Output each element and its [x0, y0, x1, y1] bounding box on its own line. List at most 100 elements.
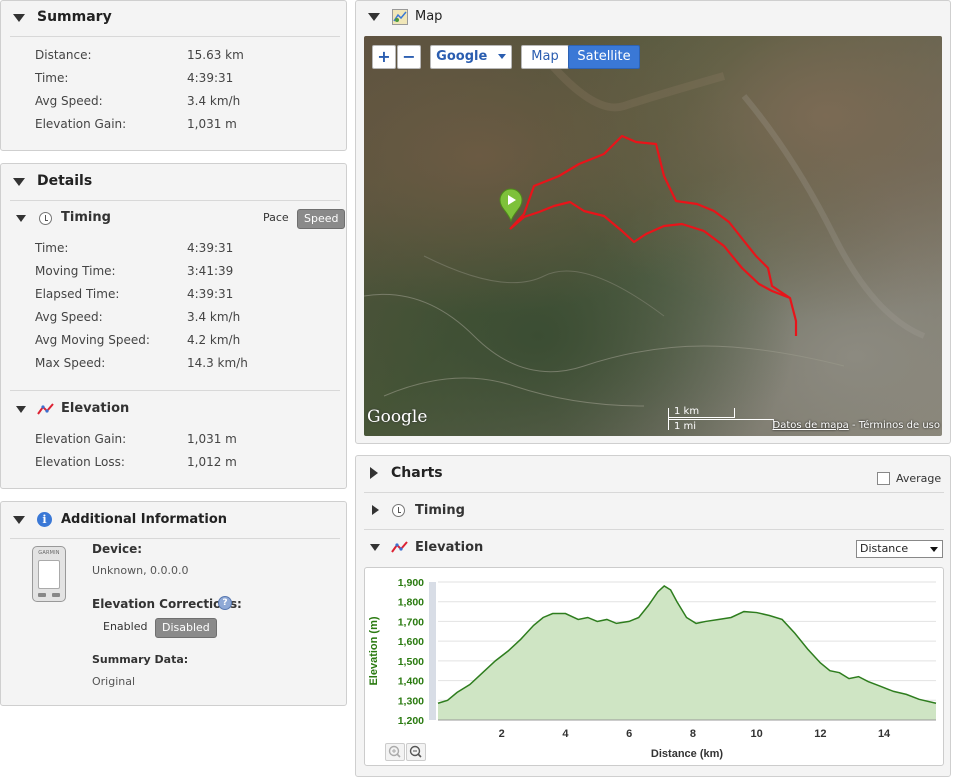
- attribution-separator: -: [848, 420, 859, 431]
- timing-title: Timing: [61, 210, 111, 225]
- additional-title: Additional Information: [61, 512, 228, 527]
- zoom-out-icon: [409, 745, 422, 758]
- summary-value: 1,031 m: [187, 117, 237, 131]
- zoom-in-icon: [388, 745, 401, 758]
- y-tick-label: 1,600: [398, 636, 424, 648]
- map-provider-label: Google: [436, 49, 488, 64]
- device-value: Unknown, 0.0.0.0: [92, 564, 189, 577]
- collapse-map-icon[interactable]: [368, 13, 380, 21]
- average-label: Average: [896, 472, 942, 485]
- zoom-out-chart-button[interactable]: [406, 743, 426, 761]
- summary-label: Avg Speed:: [35, 94, 103, 108]
- timing-value: 4:39:31: [187, 241, 234, 255]
- summary-data-label: Summary Data:: [92, 653, 189, 666]
- elevation-icon: [391, 541, 408, 553]
- collapse-elevation-icon[interactable]: [16, 406, 26, 413]
- info-icon: i: [37, 512, 52, 527]
- y-tick-label: 1,300: [398, 695, 424, 707]
- x-axis-label: Distance (km): [651, 748, 723, 760]
- timing-chart-label: Timing: [415, 503, 465, 518]
- collapse-timing-icon[interactable]: [16, 215, 26, 222]
- summary-value: 15.63 km: [187, 48, 244, 62]
- corrections-label: Elevation Corrections: [92, 597, 238, 611]
- satellite-type-button[interactable]: Satellite: [568, 45, 640, 69]
- summary-data-value: Original: [92, 675, 136, 688]
- timing-value: 4.2 km/h: [187, 333, 241, 347]
- x-tick-label: 12: [814, 728, 826, 740]
- chevron-down-icon: [930, 547, 938, 552]
- timing-label: Moving Time:: [35, 264, 116, 278]
- device-image: GARMIN: [32, 546, 66, 602]
- collapse-additional-icon[interactable]: [13, 516, 25, 524]
- zoom-in-button[interactable]: +: [372, 45, 396, 69]
- map-type-button[interactable]: Map: [521, 45, 569, 69]
- x-tick-label: 14: [878, 728, 891, 740]
- elevation-label: Elevation Gain:: [35, 432, 127, 446]
- elevation-chart: 1,200 1,300 1,400 1,500 1,600 1,700 1,800 1,900…: [364, 567, 944, 766]
- elevation-value: 1,012 m: [187, 455, 237, 469]
- xaxis-select[interactable]: Distance: [856, 540, 943, 558]
- summary-label: Distance:: [35, 48, 92, 62]
- device-brand: GARMIN: [38, 550, 60, 556]
- elevation-value: 1,031 m: [187, 432, 237, 446]
- timing-value: 4:39:31: [187, 287, 234, 301]
- expand-timing-chart-icon[interactable]: [372, 505, 379, 515]
- start-marker-icon[interactable]: [498, 188, 524, 222]
- zoom-out-button[interactable]: −: [397, 45, 421, 69]
- disabled-toggle[interactable]: Disabled: [155, 618, 217, 638]
- y-tick-label: 1,200: [398, 715, 424, 727]
- elevation-chart-svg: 1,200 1,300 1,400 1,500 1,600 1,700 1,800 1,900…: [368, 577, 937, 760]
- chevron-down-icon: [497, 54, 506, 59]
- enabled-toggle[interactable]: Enabled: [97, 618, 153, 638]
- collapse-summary-icon[interactable]: [13, 14, 25, 22]
- clock-icon: [392, 504, 405, 517]
- y-tick-label: 1,900: [398, 577, 424, 589]
- y-tick-label: 1,500: [398, 656, 424, 668]
- scale-km-label: 1 km: [674, 406, 700, 417]
- details-title: Details: [37, 173, 93, 189]
- timing-value: 14.3 km/h: [187, 356, 248, 370]
- timing-label: Time:: [35, 241, 69, 255]
- elevation-chart-label: Elevation: [415, 540, 484, 555]
- elevation-area: [438, 585, 936, 720]
- summary-title: Summary: [37, 9, 112, 25]
- expand-charts-icon[interactable]: [370, 467, 378, 479]
- timing-label: Avg Speed:: [35, 310, 103, 324]
- timing-label: Elapsed Time:: [35, 287, 120, 301]
- map-icon: [392, 9, 408, 25]
- device-label: Device:: [92, 542, 143, 556]
- datos-de-mapa-link[interactable]: Datos de mapa: [773, 420, 849, 431]
- map-attribution: Datos de mapa - Términos de uso: [773, 420, 940, 431]
- timing-value: 3:41:39: [187, 264, 234, 278]
- x-tick-label: 8: [690, 728, 696, 740]
- details-panel: Details Timing Pace Speed Time: 4:39:31 …: [0, 163, 347, 489]
- zoom-in-chart-button[interactable]: [385, 743, 405, 761]
- terms-link[interactable]: Términos de uso: [859, 420, 940, 431]
- map-title: Map: [415, 9, 443, 24]
- x-tick-label: 6: [626, 728, 632, 740]
- x-tick-label: 10: [750, 728, 762, 740]
- collapse-elevation-chart-icon[interactable]: [370, 544, 380, 551]
- elevation-icon: [37, 403, 54, 415]
- charts-title: Charts: [391, 465, 443, 481]
- satellite-map[interactable]: + − Google Map Satellite Google 1 km 1 m…: [364, 36, 942, 436]
- pace-toggle[interactable]: Pace: [257, 209, 295, 229]
- corrections-colon: :: [237, 597, 242, 611]
- timing-value: 3.4 km/h: [187, 310, 241, 324]
- summary-panel: Summary Distance: 15.63 km Time: 4:39:31…: [0, 0, 347, 151]
- google-logo: Google: [367, 407, 428, 427]
- x-tick-label: 4: [562, 728, 569, 740]
- speed-toggle[interactable]: Speed: [297, 209, 346, 229]
- summary-value: 4:39:31: [187, 71, 234, 85]
- summary-label: Time:: [35, 71, 69, 85]
- xaxis-select-value: Distance: [860, 542, 909, 555]
- collapse-details-icon[interactable]: [13, 178, 25, 186]
- scale-bar: 1 km 1 mi: [668, 406, 774, 432]
- route-line: [509, 134, 798, 336]
- y-tick-label: 1,800: [398, 597, 424, 609]
- scale-mi-label: 1 mi: [674, 421, 697, 432]
- map-provider-select[interactable]: Google: [430, 45, 512, 69]
- average-checkbox[interactable]: [877, 472, 890, 485]
- help-icon[interactable]: ?: [218, 596, 232, 610]
- summary-value: 3.4 km/h: [187, 94, 241, 108]
